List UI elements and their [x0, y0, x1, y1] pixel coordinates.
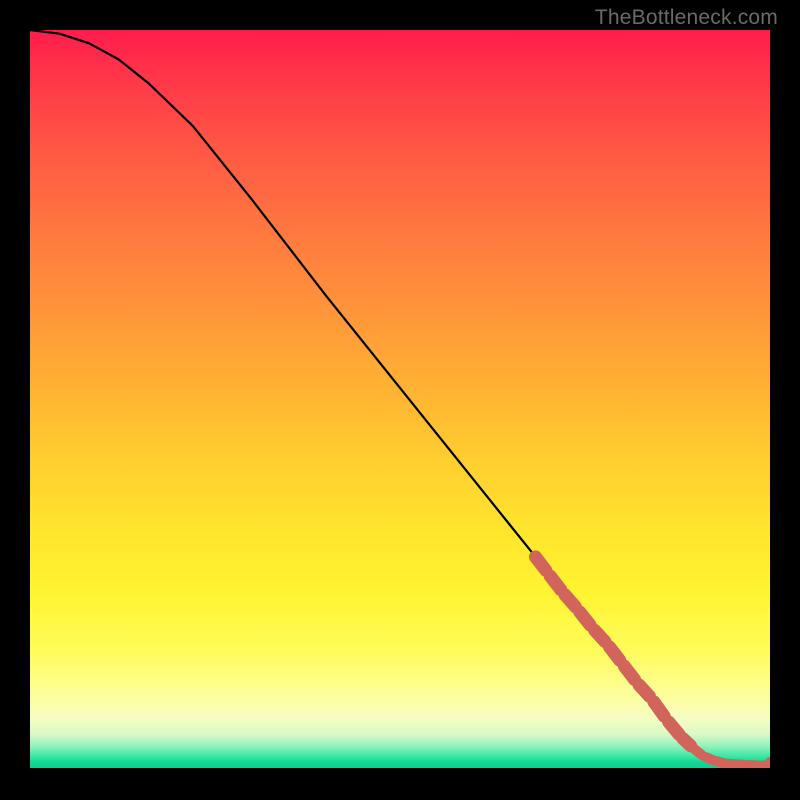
- attribution-text: TheBottleneck.com: [595, 6, 778, 30]
- highlight-markers: [535, 557, 770, 768]
- highlight-dash: [669, 722, 679, 734]
- highlight-dash: [609, 647, 619, 660]
- highlight-dash: [639, 685, 649, 696]
- highlight-dash: [580, 612, 590, 625]
- highlight-dash: [624, 666, 634, 679]
- highlight-dash: [654, 702, 664, 716]
- highlight-dash: [550, 576, 560, 589]
- highlight-dash: [565, 595, 575, 607]
- curve-line: [30, 30, 770, 766]
- highlight-dash: [535, 557, 545, 570]
- chart-plot-area: [30, 30, 770, 768]
- highlight-dash: [683, 739, 691, 746]
- highlight-dash: [595, 630, 605, 641]
- chart-overlay-svg: [30, 30, 770, 768]
- highlight-dash: [694, 749, 702, 755]
